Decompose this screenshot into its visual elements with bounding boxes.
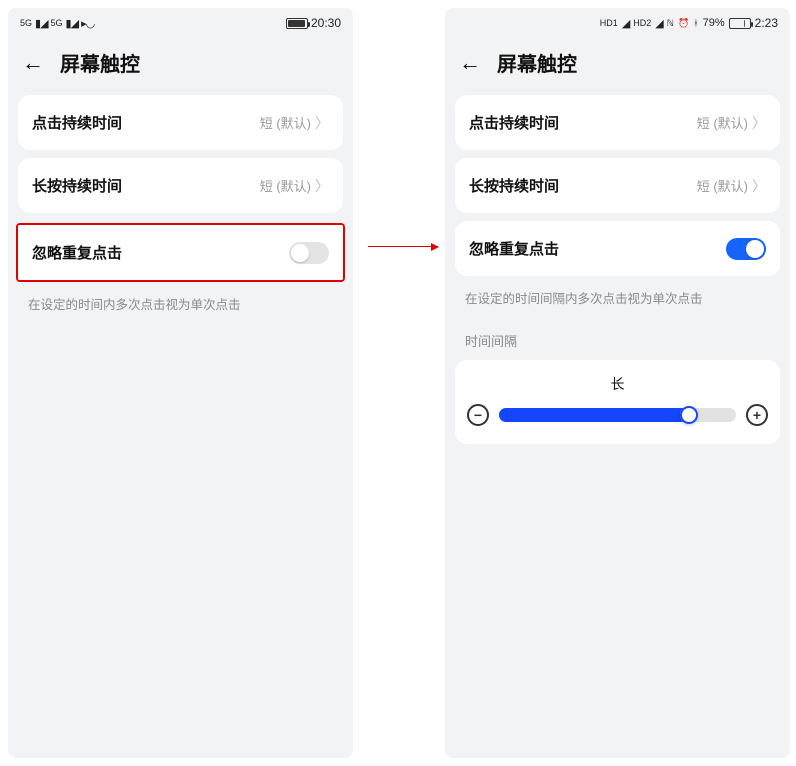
arrow-right-icon [368,246,438,247]
nfc-icon: ℕ [667,18,674,29]
status-bar: HD1 ◢ HD2 ◢ ℕ ⏰ ᚼ 79% 2:23 [445,8,790,38]
tap-duration-value: 短 (默认) [697,113,748,132]
clock: 2:23 [755,16,778,30]
chevron-right-icon: 〉 [315,176,329,196]
long-press-label: 长按持续时间 [469,175,559,196]
phone-screen-after: HD1 ◢ HD2 ◢ ℕ ⏰ ᚼ 79% 2:23 ← 屏幕触控 点击持续时间… [445,8,790,758]
signal-icon: ▮◢ [66,17,79,30]
interval-section-label: 时间间隔 [465,331,770,350]
signal-label-2: 5G [51,18,63,28]
page-title: 屏幕触控 [497,48,577,77]
back-arrow-icon[interactable]: ← [22,50,44,76]
back-arrow-icon[interactable]: ← [459,50,481,76]
tap-duration-value: 短 (默认) [260,113,311,132]
minus-button[interactable]: − [467,404,489,426]
arrow-annotation [368,246,438,247]
helper-text: 在设定的时间间隔内多次点击视为单次点击 [465,288,770,307]
long-press-row[interactable]: 长按持续时间 短 (默认) 〉 [18,158,343,213]
wifi-icon: ▸◡ [81,17,94,30]
interval-slider-card: 长 − + [455,360,780,444]
signal-icon: ▮◢ [35,17,48,30]
hd-label-2: HD2 [633,18,651,28]
clock: 20:30 [311,16,341,30]
tap-duration-label: 点击持续时间 [32,112,122,133]
long-press-value: 短 (默认) [697,176,748,195]
ignore-repeat-label: 忽略重复点击 [469,238,559,259]
chevron-right-icon: 〉 [315,113,329,133]
helper-text: 在设定的时间内多次点击视为单次点击 [28,294,333,313]
bluetooth-icon: ᚼ [693,18,698,28]
plus-button[interactable]: + [746,404,768,426]
status-bar: 5G▮◢ 5G▮◢ ▸◡ 20:30 [8,8,353,38]
ignore-repeat-toggle-off[interactable] [289,242,329,264]
tap-duration-row[interactable]: 点击持续时间 短 (默认) 〉 [18,95,343,150]
signal-label-1: 5G [20,18,32,28]
slider-fill [499,408,689,422]
page-header: ← 屏幕触控 [8,38,353,95]
long-press-row[interactable]: 长按持续时间 短 (默认) 〉 [455,158,780,213]
long-press-value: 短 (默认) [260,176,311,195]
slider-value-label: 长 [467,374,768,394]
ignore-repeat-label: 忽略重复点击 [32,242,122,263]
interval-slider[interactable] [499,408,736,422]
long-press-label: 长按持续时间 [32,175,122,196]
chevron-right-icon: 〉 [752,113,766,133]
battery-icon [729,18,751,29]
ignore-repeat-row[interactable]: 忽略重复点击 [18,225,343,280]
slider-thumb[interactable] [680,406,698,424]
battery-icon [286,18,308,29]
tap-duration-row[interactable]: 点击持续时间 短 (默认) 〉 [455,95,780,150]
tap-duration-label: 点击持续时间 [469,112,559,133]
chevron-right-icon: 〉 [752,176,766,196]
ignore-repeat-row[interactable]: 忽略重复点击 [455,221,780,276]
page-title: 屏幕触控 [60,48,140,77]
signal-icon: ◢ [622,17,629,30]
signal-icon: ◢ [655,17,662,30]
phone-screen-before: 5G▮◢ 5G▮◢ ▸◡ 20:30 ← 屏幕触控 点击持续时间 短 (默认) … [8,8,353,758]
alarm-icon: ⏰ [678,18,689,29]
page-header: ← 屏幕触控 [445,38,790,95]
hd-label-1: HD1 [600,18,618,28]
battery-percent: 79% [703,17,725,29]
ignore-repeat-toggle-on[interactable] [726,238,766,260]
highlighted-setting: 忽略重复点击 [16,223,345,282]
